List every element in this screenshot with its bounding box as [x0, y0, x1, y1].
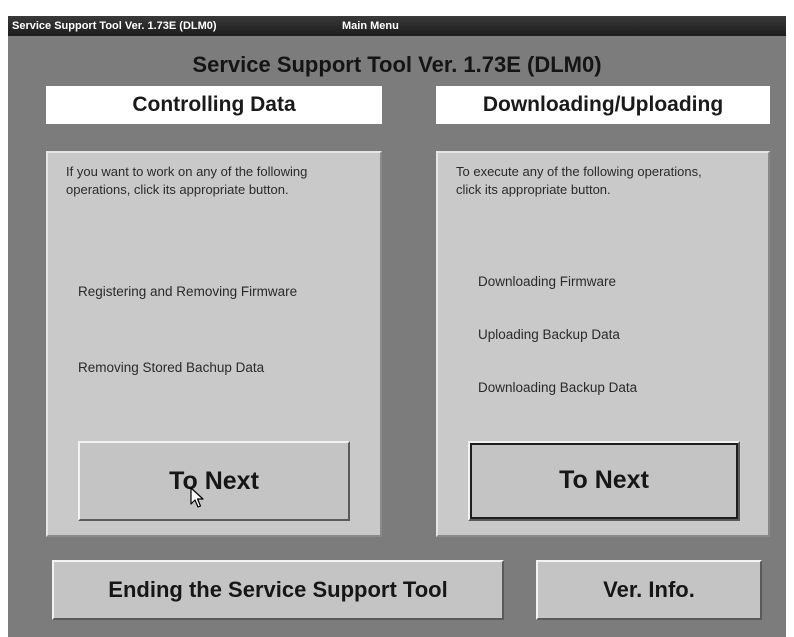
version-info-button[interactable]: Ver. Info.: [536, 560, 762, 620]
downloading-uploading-label: Downloading/Uploading: [436, 86, 770, 124]
operation-download-firmware: Downloading Firmware: [478, 274, 617, 289]
end-tool-button[interactable]: Ending the Service Support Tool: [52, 560, 504, 620]
main-menu-window: Service Support Tool Ver. 1.73E (DLM0) M…: [8, 16, 786, 637]
controlling-data-next-button[interactable]: To Next: [78, 441, 350, 521]
mouse-pointer-icon: [190, 487, 204, 508]
controlling-data-description: If you want to work on any of the follow…: [66, 164, 308, 197]
operation-remove-backup: Removing Stored Bachup Data: [78, 360, 265, 375]
downloading-uploading-panel: To execute any of the following operatio…: [436, 151, 770, 537]
operation-download-backup: Downloading Backup Data: [478, 380, 638, 395]
title-screen-name: Main Menu: [342, 20, 399, 32]
operation-upload-backup: Uploading Backup Data: [478, 327, 620, 342]
page-title: Service Support Tool Ver. 1.73E (DLM0): [192, 52, 602, 77]
controlling-data-label: Controlling Data: [46, 86, 382, 124]
downloading-uploading-next-button[interactable]: To Next: [468, 441, 740, 521]
title-app-name: Service Support Tool Ver. 1.73E (DLM0): [12, 20, 217, 32]
controlling-data-panel: If you want to work on any of the follow…: [46, 151, 382, 537]
title-bar: Service Support Tool Ver. 1.73E (DLM0) M…: [8, 16, 786, 36]
operation-register-firmware: Registering and Removing Firmware: [78, 284, 298, 299]
downloading-uploading-description: To execute any of the following operatio…: [456, 164, 702, 197]
